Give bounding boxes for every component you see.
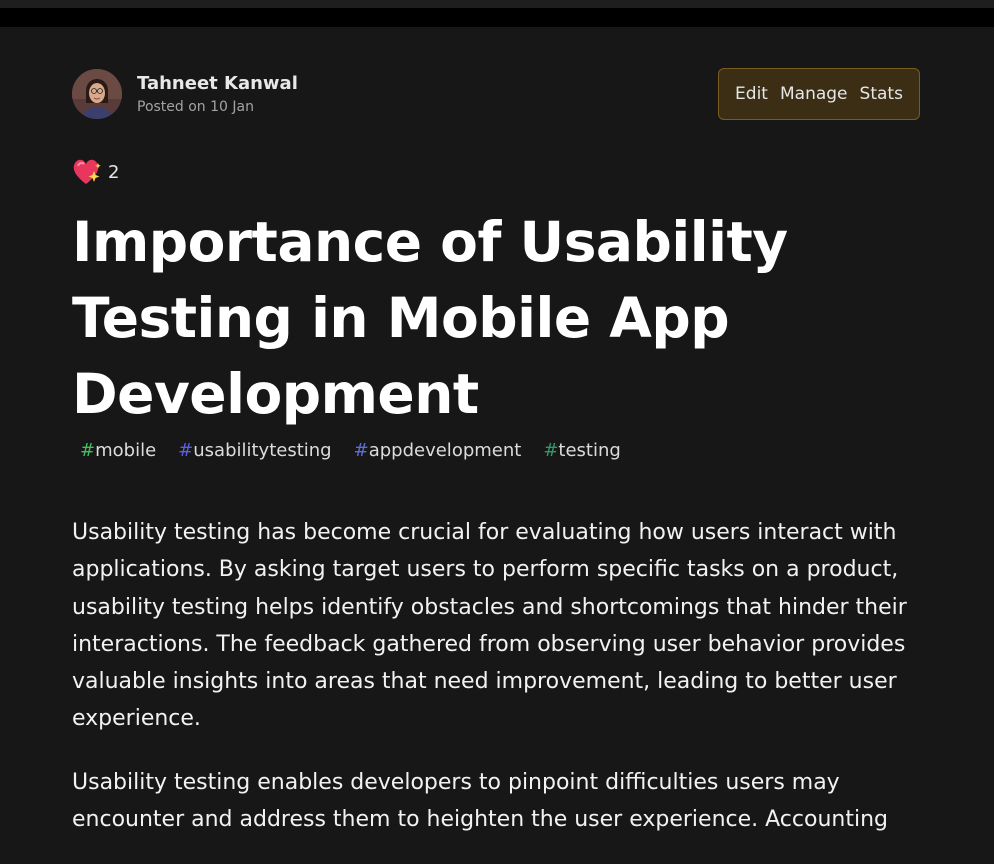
tag-label: mobile	[95, 440, 157, 461]
author-actions: Edit Manage Stats	[718, 68, 920, 120]
tag-mobile[interactable]: #mobile	[76, 438, 160, 463]
article-body: Usability testing has become crucial for…	[72, 514, 917, 864]
post-date: Posted on 10 Jan	[137, 99, 254, 115]
author-name[interactable]: Tahneet Kanwal	[137, 72, 298, 96]
reactions[interactable]: 2	[72, 158, 119, 186]
tag-hash: #	[543, 440, 559, 461]
top-bar	[0, 0, 994, 27]
article-title: Importance of Usability Testing in Mobil…	[72, 210, 788, 426]
article-container: Tahneet Kanwal Posted on 10 Jan Edit Man…	[0, 27, 994, 842]
manage-button[interactable]: Manage	[780, 84, 848, 104]
article-paragraph: Usability testing has become crucial for…	[72, 520, 907, 732]
top-bar-strip	[0, 0, 994, 8]
tag-label: appdevelopment	[368, 440, 522, 461]
author-meta: Tahneet Kanwal Posted on 10 Jan	[137, 72, 298, 116]
tag-usabilitytesting[interactable]: #usabilitytesting	[174, 438, 335, 463]
avatar[interactable]	[72, 69, 122, 119]
tag-hash: #	[178, 440, 194, 461]
reaction-count: 2	[108, 161, 120, 183]
tag-list: #mobile #usabilitytesting #appdevelopmen…	[76, 438, 639, 463]
sparkling-heart-icon	[73, 159, 101, 184]
tag-label: testing	[558, 440, 621, 461]
edit-button[interactable]: Edit	[735, 84, 768, 104]
author-row: Tahneet Kanwal Posted on 10 Jan	[72, 69, 298, 119]
tag-hash: #	[353, 440, 369, 461]
tag-label: usabilitytesting	[193, 440, 332, 461]
tag-appdevelopment[interactable]: #appdevelopment	[350, 438, 526, 463]
tag-hash: #	[80, 440, 96, 461]
tag-testing[interactable]: #testing	[539, 438, 625, 463]
stats-button[interactable]: Stats	[860, 84, 903, 104]
avatar-image	[72, 69, 122, 119]
article-paragraph: Usability testing enables developers to …	[72, 769, 888, 833]
